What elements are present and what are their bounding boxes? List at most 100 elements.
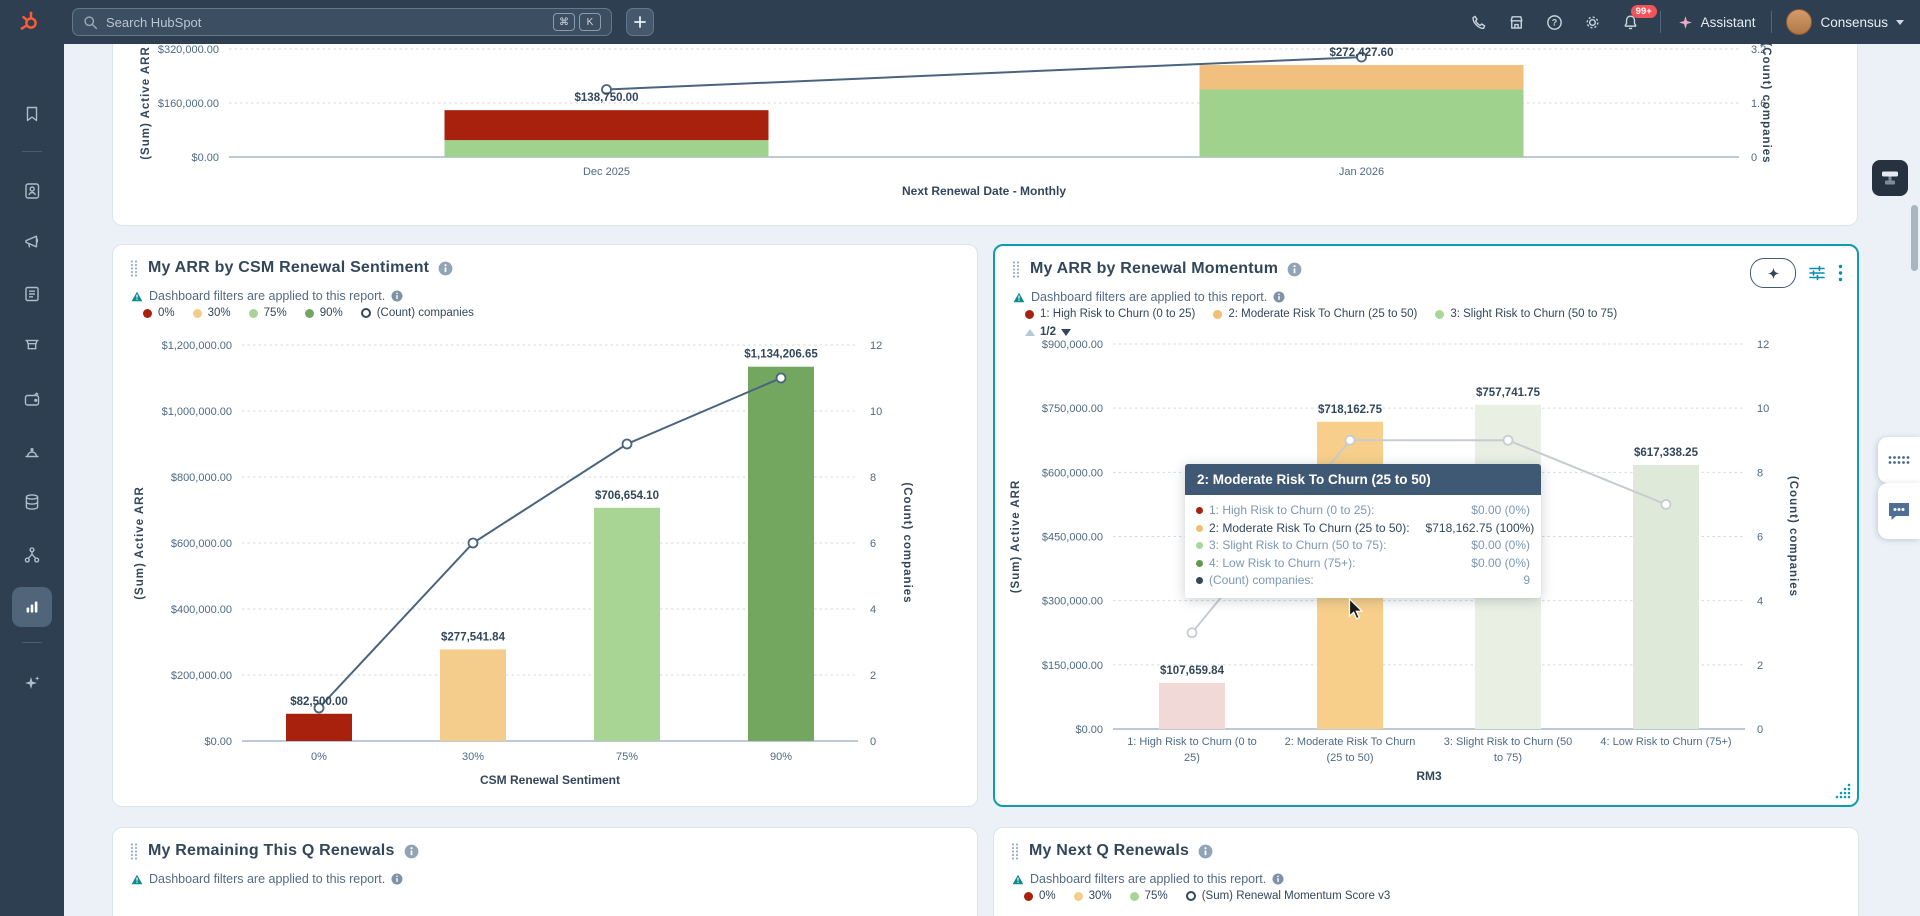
- legend-item: 90%: [305, 307, 343, 319]
- tooltip-title: 2: Moderate Risk To Churn (25 to 50): [1185, 464, 1541, 495]
- search-input[interactable]: Search HubSpot ⌘K: [72, 8, 612, 36]
- card-title: My Next Q Renewals: [1029, 842, 1189, 860]
- kebab-menu-icon[interactable]: [1838, 264, 1843, 282]
- vertical-scrollbar-thumb[interactable]: [1911, 205, 1918, 271]
- drag-handle-icon[interactable]: [1010, 842, 1020, 860]
- svg-text:$600,000.00: $600,000.00: [171, 538, 232, 550]
- csm-sentiment-chart[interactable]: $1,200,000.0012$1,000,000.0010$800,000.0…: [113, 333, 979, 808]
- grid-dots-panel-button[interactable]: [1878, 437, 1920, 483]
- sparkle-icon: [1766, 266, 1781, 281]
- legend-item: 30%: [193, 307, 231, 319]
- drag-handle-icon[interactable]: [1011, 260, 1021, 278]
- info-icon[interactable]: [391, 290, 403, 302]
- resize-handle[interactable]: [1833, 781, 1853, 801]
- legend-item: 30%: [1074, 890, 1112, 902]
- info-icon[interactable]: [391, 873, 403, 885]
- legend-item: 75%: [1130, 890, 1168, 902]
- marketplace-icon: [1507, 13, 1526, 32]
- drag-handle-icon[interactable]: [129, 259, 139, 277]
- hubspot-logo-icon[interactable]: [18, 10, 42, 34]
- svg-text:4: 4: [1757, 596, 1763, 608]
- legend-item: 0%: [143, 307, 175, 319]
- notifications-button[interactable]: 99+: [1612, 0, 1650, 44]
- sidebar-item-service[interactable]: [20, 440, 44, 464]
- svg-text:$750,000.00: $750,000.00: [1042, 403, 1103, 415]
- search-placeholder: Search HubSpot: [106, 15, 553, 30]
- drag-handle-icon[interactable]: [129, 842, 139, 860]
- funnel-widget-icon: [1879, 167, 1901, 189]
- divider: [1660, 11, 1661, 33]
- sidebar-item-payments[interactable]: [20, 387, 44, 411]
- legend-item: 0%: [1024, 890, 1056, 902]
- svg-text:10: 10: [870, 406, 882, 418]
- chart-legend: 0%30%75%(Sum) Renewal Momentum Score v3: [1024, 890, 1390, 902]
- settings-button[interactable]: [1574, 0, 1612, 44]
- card-arr-by-csm-renewal-sentiment: My ARR by CSM Renewal Sentiment Dashboar…: [112, 244, 978, 807]
- svg-text:(Sum) Active ARR: (Sum) Active ARR: [1010, 480, 1022, 594]
- plus-icon: [633, 15, 647, 29]
- svg-text:(Sum) Active ARR: (Sum) Active ARR: [134, 486, 146, 600]
- svg-text:(Count) companies: (Count) companies: [1787, 476, 1799, 597]
- info-icon[interactable]: [438, 261, 453, 276]
- sidebar-item-content[interactable]: [20, 282, 44, 306]
- svg-text:$277,541.84: $277,541.84: [441, 631, 506, 643]
- svg-text:Next Renewal Date - Monthly: Next Renewal Date - Monthly: [902, 184, 1066, 198]
- chart-legend: 0%30%75%90%(Count) companies: [143, 307, 474, 319]
- marketplace-button[interactable]: [1498, 0, 1536, 44]
- comments-panel-button[interactable]: [1878, 483, 1920, 539]
- filter-note: Dashboard filters are applied to this re…: [149, 872, 385, 886]
- svg-text:$450,000.00: $450,000.00: [1042, 532, 1103, 544]
- svg-text:2: 2: [1757, 660, 1763, 672]
- sidebar-item-reporting[interactable]: [12, 587, 52, 627]
- info-icon[interactable]: [1287, 262, 1302, 277]
- create-button[interactable]: [626, 8, 654, 36]
- topnav-right-cluster: ? 99+ Assistant Consensus: [1460, 0, 1908, 44]
- legend-item: 1: High Risk to Churn (0 to 25): [1025, 308, 1195, 320]
- next-renewal-chart[interactable]: $320,000.003.2$160,000.001.6$0.000(Sum) …: [113, 37, 1859, 224]
- svg-text:to 75): to 75): [1494, 752, 1522, 764]
- svg-text:75%: 75%: [616, 751, 638, 763]
- svg-text:25): 25): [1184, 752, 1200, 764]
- sidebar-item-crm[interactable]: [20, 179, 44, 203]
- sidebar-item-data-management[interactable]: [20, 490, 44, 514]
- tooltip-row: 1: High Risk to Churn (0 to 25):$0.00 (0…: [1196, 502, 1530, 520]
- svg-text:$617,338.25: $617,338.25: [1634, 447, 1699, 459]
- info-icon[interactable]: [404, 844, 419, 859]
- svg-text:Dec 2025: Dec 2025: [583, 166, 630, 178]
- sparkle-icon: [1677, 14, 1694, 31]
- basket-icon: [22, 335, 42, 355]
- svg-text:$272,427.60: $272,427.60: [1330, 47, 1394, 59]
- calling-button[interactable]: [1460, 0, 1498, 44]
- sidebar-item-automations[interactable]: [20, 543, 44, 567]
- notification-badge: 99+: [1631, 5, 1657, 18]
- sidebar-divider: [22, 151, 42, 152]
- account-name: Consensus: [1820, 15, 1888, 30]
- sidebar-item-bookmarks[interactable]: [20, 102, 44, 126]
- help-icon: ?: [1545, 13, 1564, 32]
- svg-text:0: 0: [1751, 152, 1757, 164]
- help-button[interactable]: ?: [1536, 0, 1574, 44]
- filter-note: Dashboard filters are applied to this re…: [1030, 872, 1266, 886]
- svg-text:4: Low Risk to Churn (75+): 4: Low Risk to Churn (75+): [1600, 736, 1731, 748]
- megaphone-icon: [22, 232, 42, 252]
- sidebar-item-marketing[interactable]: [20, 230, 44, 254]
- filter-settings-icon[interactable]: [1808, 264, 1826, 282]
- assistant-button[interactable]: Assistant: [1671, 14, 1762, 31]
- svg-text:$800,000.00: $800,000.00: [171, 472, 232, 484]
- sidebar-item-commerce[interactable]: [20, 333, 44, 357]
- svg-text:Jan 2026: Jan 2026: [1339, 166, 1384, 178]
- info-icon[interactable]: [1272, 873, 1284, 885]
- info-icon[interactable]: [1273, 291, 1285, 303]
- warning-triangle-icon: [131, 291, 143, 302]
- svg-text:3: Slight Risk to Churn (50: 3: Slight Risk to Churn (50: [1444, 736, 1572, 748]
- svg-text:$150,000.00: $150,000.00: [1042, 660, 1103, 672]
- sidebar-item-breeze-ai[interactable]: [20, 671, 44, 695]
- top-navigation: Search HubSpot ⌘K ? 99+: [0, 0, 1920, 44]
- ai-insights-button[interactable]: [1750, 258, 1796, 288]
- floating-widget-button[interactable]: [1872, 160, 1908, 196]
- chart-legend: 1: High Risk to Churn (0 to 25)2: Modera…: [1025, 308, 1617, 320]
- info-icon[interactable]: [1198, 844, 1213, 859]
- svg-text:30%: 30%: [462, 751, 484, 763]
- chart-tooltip: 2: Moderate Risk To Churn (25 to 50) 1: …: [1185, 464, 1541, 598]
- account-menu[interactable]: Consensus: [1782, 9, 1908, 35]
